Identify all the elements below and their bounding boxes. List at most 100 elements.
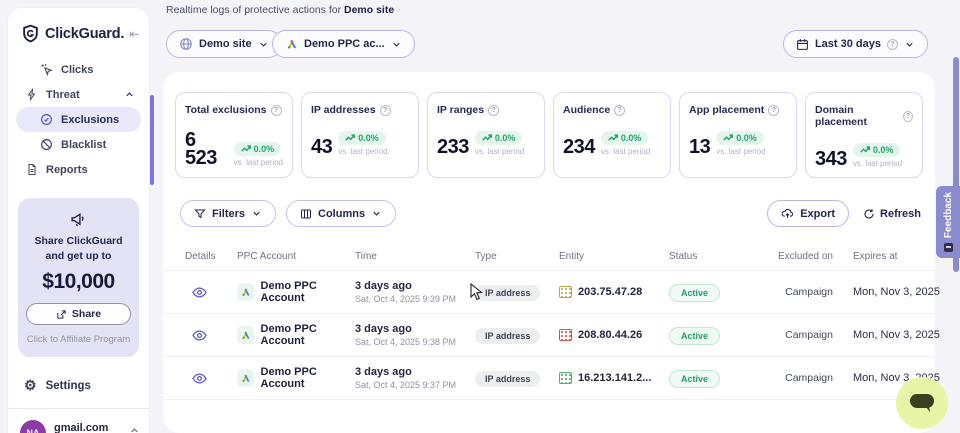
- stat-value: 343: [815, 150, 847, 168]
- export-label: Export: [800, 208, 835, 220]
- clickguard-shield-logo-icon: [21, 24, 40, 43]
- table-row[interactable]: Demo PPC Account 3 days ago Sat, Oct 4, …: [163, 271, 935, 314]
- info-icon[interactable]: ?: [614, 105, 625, 116]
- expires-at-cell: Mon, Nov 3, 2025: [833, 329, 933, 341]
- ppc-account-filter-dropdown[interactable]: Demo PPC ac...: [272, 30, 415, 58]
- account-switcher[interactable]: NA gmail.com naatali.ro@gmail.com: [8, 409, 149, 433]
- col-header-excluded-on[interactable]: Excluded on: [778, 251, 833, 262]
- affiliate-link[interactable]: Click to Affiliate Program: [26, 334, 131, 345]
- subtitle-site-name: Demo site: [344, 4, 394, 16]
- type-cell: IP address: [475, 283, 559, 301]
- sidebar-item-exclusions[interactable]: Exclusions: [16, 107, 141, 132]
- filters-button[interactable]: Filters: [180, 200, 276, 227]
- columns-button[interactable]: Columns: [286, 200, 396, 227]
- col-header-status[interactable]: Status: [669, 251, 769, 262]
- cursor-click-icon: [40, 63, 53, 76]
- stat-value: 233: [437, 138, 469, 156]
- share-button-label: Share: [72, 308, 101, 320]
- sidebar-item-reports[interactable]: Reports: [8, 157, 149, 182]
- sidebar-item-label: Clicks: [61, 64, 93, 76]
- excluded-on-cell: Campaign: [785, 372, 833, 384]
- col-header-entity[interactable]: Entity: [559, 251, 669, 262]
- details-eye-button[interactable]: [191, 371, 209, 386]
- stat-label: Total exclusions: [185, 104, 267, 116]
- megaphone-icon: [26, 210, 131, 227]
- filters-label: Filters: [212, 208, 245, 220]
- info-icon[interactable]: ?: [271, 105, 282, 116]
- site-filter-label: Demo site: [199, 38, 252, 50]
- info-icon[interactable]: ?: [380, 105, 391, 116]
- ppc-account-cell: Demo PPC Account: [237, 366, 355, 390]
- col-header-time[interactable]: Time: [355, 251, 475, 262]
- sidebar-item-threat[interactable]: Threat: [8, 82, 149, 107]
- stat-label: IP addresses: [311, 104, 376, 116]
- sidebar-item-clicks[interactable]: Clicks: [8, 57, 149, 82]
- export-button[interactable]: Export: [767, 200, 849, 227]
- refresh-button[interactable]: Refresh: [863, 208, 921, 220]
- stat-value: 6 523: [185, 131, 228, 167]
- table-body: Demo PPC Account 3 days ago Sat, Oct 4, …: [163, 271, 935, 400]
- globe-icon: [179, 37, 193, 51]
- table-row[interactable]: Demo PPC Account 3 days ago Sat, Oct 4, …: [163, 357, 935, 400]
- google-ads-icon: [285, 38, 298, 51]
- stat-caption: vs. last period: [338, 147, 387, 156]
- col-header-ppc-account[interactable]: PPC Account: [237, 251, 355, 262]
- chevron-down-icon: [371, 208, 382, 219]
- country-flag-icon: [559, 286, 572, 298]
- chevron-up-icon[interactable]: [124, 89, 149, 100]
- google-ads-icon: [237, 283, 254, 301]
- sidebar-collapse-button[interactable]: ⇤: [129, 27, 139, 41]
- trend-up-icon: [723, 134, 733, 142]
- main-panel: Total exclusions ? 6 523 0.0% vs. last p…: [163, 72, 935, 433]
- info-icon: ?: [887, 39, 898, 50]
- trend-up-icon: [860, 146, 870, 154]
- funnel-icon: [194, 208, 206, 220]
- avatar: NA: [20, 420, 46, 433]
- page-scrollbar-thumb[interactable]: [953, 57, 959, 272]
- expires-at-cell: Mon, Nov 3, 2025: [833, 286, 933, 298]
- ppc-account-cell: Demo PPC Account: [237, 323, 355, 347]
- delta-badge: 0.0%: [853, 143, 901, 157]
- info-icon[interactable]: ?: [903, 111, 913, 122]
- date-range-dropdown[interactable]: Last 30 days ?: [783, 30, 928, 58]
- chat-launcher-button[interactable]: [896, 377, 948, 429]
- check-circle-icon: [40, 113, 53, 126]
- table-toolbar: Filters Columns: [163, 178, 935, 227]
- info-icon[interactable]: ?: [768, 105, 779, 116]
- share-button[interactable]: Share: [26, 303, 131, 325]
- stat-card: IP addresses ? 43 0.0% vs. last period: [301, 92, 419, 178]
- site-filter-dropdown[interactable]: Demo site: [166, 30, 282, 58]
- feedback-label: Feedback: [943, 192, 954, 238]
- refresh-icon: [863, 208, 875, 220]
- excluded-on-cell: Campaign: [785, 329, 833, 341]
- status-badge: Active: [669, 370, 720, 388]
- promo-amount: $10,000: [26, 270, 131, 294]
- delta-badge: 0.0%: [234, 142, 282, 156]
- feedback-widget-icon: [944, 243, 953, 252]
- table-row[interactable]: Demo PPC Account 3 days ago Sat, Oct 4, …: [163, 314, 935, 357]
- columns-icon: [300, 208, 312, 220]
- stat-caption: vs. last period: [853, 159, 902, 168]
- sidebar-item-blacklist[interactable]: Blacklist: [8, 132, 149, 157]
- document-icon: [26, 163, 38, 176]
- col-header-expires-at[interactable]: Expires at: [833, 251, 933, 262]
- status-cell: Active: [669, 283, 769, 302]
- affiliate-promo-card[interactable]: Share ClickGuard and get up to $10,000 S…: [18, 198, 139, 357]
- stat-card: IP ranges ? 233 0.0% vs. last period: [427, 92, 545, 178]
- sidebar-scrollbar-thumb[interactable]: [150, 95, 154, 185]
- details-eye-button[interactable]: [191, 328, 209, 343]
- col-header-type[interactable]: Type: [475, 251, 559, 262]
- status-badge: Active: [669, 327, 720, 345]
- status-cell: Active: [669, 326, 769, 345]
- up-down-chevron-icon: [130, 428, 139, 433]
- info-icon[interactable]: ?: [488, 105, 499, 116]
- trend-up-icon: [241, 145, 251, 153]
- details-eye-button[interactable]: [191, 285, 209, 300]
- logo: ClickGuard. ⇤: [8, 8, 149, 57]
- chevron-down-icon: [258, 39, 269, 50]
- time-cell: 3 days ago Sat, Oct 4, 2025 9:37 PM: [355, 366, 475, 390]
- sidebar-item-label: Threat: [46, 89, 80, 101]
- col-header-details[interactable]: Details: [185, 251, 237, 262]
- chevron-down-icon: [904, 39, 915, 50]
- sidebar-item-settings[interactable]: ⚙ Settings: [8, 377, 149, 394]
